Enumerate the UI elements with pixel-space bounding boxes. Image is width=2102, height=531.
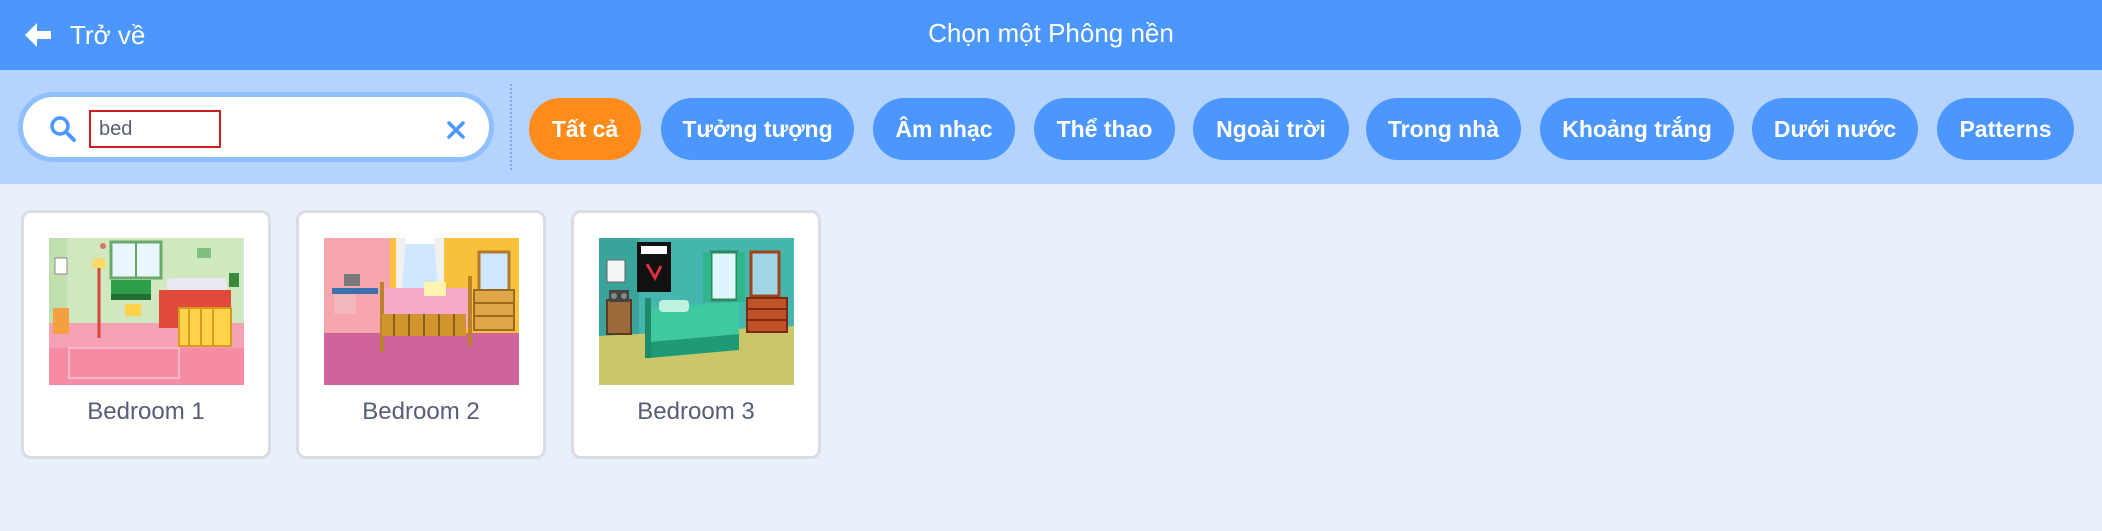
back-label: Trở về [70,19,146,50]
filter-indoors[interactable]: Trong nhà [1366,98,1521,160]
filter-underwater[interactable]: Dưới nước [1752,98,1918,160]
divider [510,84,512,170]
magnifier-icon [50,116,76,142]
filter-outdoors[interactable]: Ngoài trời [1193,98,1349,160]
bedroom-2-image [324,238,519,385]
page-title: Chọn một Phông nền [928,18,1174,48]
top-bar: Trở về Chọn một Phông nền [0,0,2102,70]
backdrop-card-bedroom-2[interactable]: Bedroom 2 [296,210,546,459]
backdrop-name: Bedroom 2 [362,398,480,425]
bedroom-3-image [599,238,794,385]
backdrop-card-bedroom-3[interactable]: Bedroom 3 [571,210,821,459]
back-button[interactable]: Trở về [22,15,145,55]
filter-all[interactable]: Tất cả [529,98,641,160]
filter-music[interactable]: Âm nhạc [873,98,1015,160]
backdrop-thumbnail [599,238,794,385]
backdrop-thumbnail [324,238,519,385]
search-input[interactable]: bed [89,110,221,148]
filter-patterns[interactable]: Patterns [1937,98,2074,160]
filter-space[interactable]: Khoảng trắng [1540,98,1734,160]
filter-sports[interactable]: Thể thao [1034,98,1175,160]
arrow-left-icon [25,23,51,47]
bedroom-1-image [49,238,244,385]
close-x-icon[interactable] [443,117,469,143]
backdrop-name: Bedroom 3 [637,398,755,425]
backdrop-thumbnail [49,238,244,385]
filter-bar: bed Tất cả Tưởng tượng Âm nhạc Thể thao … [0,70,2102,184]
search-box[interactable]: bed [18,92,494,162]
backdrop-name: Bedroom 1 [87,398,205,425]
backdrop-card-bedroom-1[interactable]: Bedroom 1 [21,210,271,459]
filter-fantasy[interactable]: Tưởng tượng [661,98,854,160]
